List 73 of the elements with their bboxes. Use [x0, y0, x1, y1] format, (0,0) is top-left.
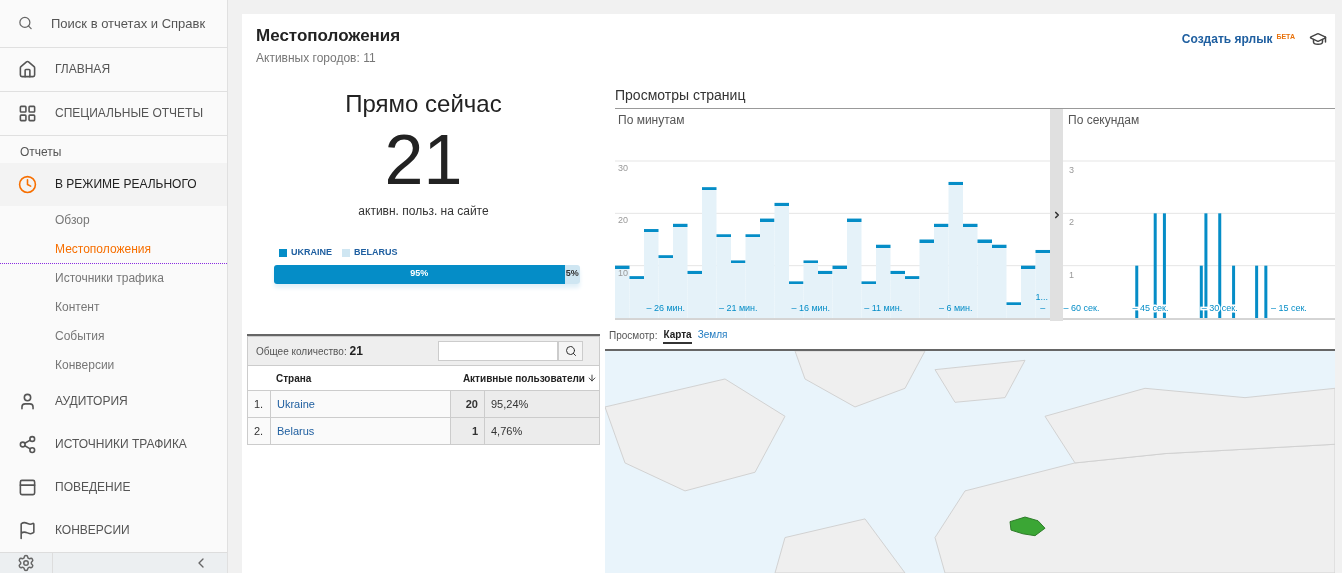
map-tab[interactable]: Земля [697, 326, 728, 344]
clock-icon [18, 174, 37, 194]
chart-title: Просмотры страниц [615, 86, 747, 105]
gear-icon [17, 553, 35, 572]
flag-icon [18, 520, 37, 540]
table-search-field[interactable] [438, 341, 558, 361]
page-subtitle: Активных городов: 11 [256, 49, 377, 67]
nav-item[interactable]: ПОВЕДЕНИЕ [0, 465, 227, 509]
branch-icon [18, 434, 37, 454]
axis-tick-label: 3 [1069, 165, 1074, 175]
active-users-caption: активн. польз. на сайте [358, 203, 489, 220]
nav-subitem[interactable]: Источники трафика [0, 263, 227, 293]
window-icon [18, 477, 37, 497]
legend-label: BELARUS [354, 246, 398, 259]
bar [1135, 265, 1139, 318]
bar [615, 265, 630, 318]
axis-tick-label: – 15 сек. [1270, 303, 1307, 313]
country-link[interactable]: Ukraine [271, 391, 451, 417]
axis-tick-label: – 21 мин. [718, 303, 758, 313]
create-shortcut-link[interactable]: Создать ярлык [1181, 30, 1273, 48]
nav-item[interactable]: В РЕЖИМЕ РЕАЛЬНОГО [0, 162, 227, 206]
share-segment: 95% [274, 264, 565, 284]
nav-item[interactable]: СПЕЦИАЛЬНЫЕ ОТЧЕТЫ [0, 91, 227, 136]
view-label: Просмотр: [609, 328, 658, 343]
axis-tick-label: 10 [618, 267, 628, 278]
sort-arrow-icon [587, 373, 597, 383]
bar [1255, 265, 1259, 318]
chart-subtitle: По минутам [618, 112, 685, 129]
table-cell: 4,76% [485, 418, 599, 444]
legend-label: UKRAINE [291, 246, 332, 259]
axis-tick-label: – 16 мин. [791, 303, 831, 313]
home-icon [18, 59, 37, 79]
total-label: Общее количество: 21 [256, 343, 363, 360]
table-cell: 95,24% [485, 391, 599, 417]
nav-item[interactable]: КОНВЕРСИИ [0, 508, 227, 552]
axis-tick-label: – 6 мин. [938, 303, 973, 313]
table-cell: 1. [248, 391, 271, 417]
nav-subitem[interactable]: Контент [0, 292, 227, 322]
nav-item[interactable]: ГЛАВНАЯ [0, 47, 227, 92]
table-cell: 2. [248, 418, 271, 444]
nav-item[interactable]: АУДИТОРИЯ [0, 379, 227, 423]
axis-tick-label: 1 [1069, 269, 1074, 280]
axis-tick-label: 1... [1035, 292, 1048, 302]
column-header[interactable]: Активные пользователи [453, 370, 599, 386]
chart-subtitle: По секундам [1068, 112, 1140, 129]
table-cell: 1 [451, 418, 485, 444]
axis-tick-label: 30 [618, 163, 628, 173]
axis-tick-label: – 11 мин. [864, 303, 903, 313]
country-link[interactable]: Belarus [271, 418, 451, 444]
axis-tick-label: – 60 сек. [1063, 303, 1100, 313]
nav-item[interactable]: ИСТОЧНИКИ ТРАФИКА [0, 422, 227, 466]
axis-tick-label: 2 [1069, 217, 1074, 228]
axis-tick-label: – 26 мин. [646, 303, 686, 313]
page-title: Местоположения [256, 25, 401, 47]
table-cell: 20 [451, 391, 485, 417]
nav-subitem[interactable]: Конверсии [0, 350, 227, 380]
section-label: Отчеты [19, 143, 63, 161]
active-users-count: 21 [384, 122, 463, 198]
search-button[interactable] [558, 341, 583, 361]
graduation-cap-icon[interactable] [1309, 30, 1327, 48]
now-title: Прямо сейчас [345, 89, 502, 119]
nav-subitem[interactable]: События [0, 321, 227, 351]
axis-tick-label: 20 [618, 215, 628, 226]
search-icon [564, 345, 577, 357]
map-tab[interactable]: Карта [663, 326, 692, 344]
collapse-handle[interactable] [1050, 109, 1063, 321]
nav-subitem[interactable]: Обзор [0, 205, 227, 235]
grid-icon [18, 103, 37, 123]
person-icon [18, 391, 37, 411]
search-field[interactable]: Поиск в отчетах и Справк [51, 13, 227, 34]
column-header[interactable]: Страна [248, 370, 453, 386]
bar [1264, 265, 1268, 318]
axis-tick-label: – [1040, 303, 1046, 313]
